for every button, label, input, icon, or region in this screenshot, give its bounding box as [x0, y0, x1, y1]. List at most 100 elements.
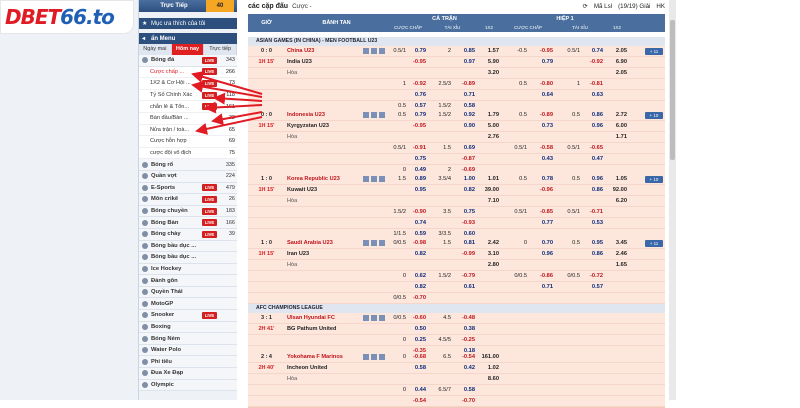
- odds-cell[interactable]: -0.89: [529, 112, 555, 118]
- away-team[interactable]: Incheon United: [287, 365, 363, 371]
- tv-icon[interactable]: [371, 176, 377, 182]
- away-team[interactable]: BG Pathum United: [287, 326, 363, 332]
- football-market-item[interactable]: Nửa trận / toà... 65: [139, 124, 237, 137]
- football-market-item[interactable]: 1X2 & Cơ Hội ... LIVE 73: [139, 78, 237, 90]
- info-icon[interactable]: [379, 315, 385, 321]
- sport-item[interactable]: Bóng đá LIVE 343: [139, 55, 237, 67]
- sport-item[interactable]: Bóng chuyền LIVE 183: [139, 205, 237, 218]
- away-team[interactable]: Kyrgyzstan U23: [287, 123, 363, 129]
- sport-item[interactable]: Đua Xe Đạp: [139, 368, 237, 380]
- odds-cell[interactable]: 0.86: [582, 112, 605, 118]
- sport-item[interactable]: Môn crikê LIVE 26: [139, 194, 237, 206]
- sport-item[interactable]: Quần vợt 224: [139, 170, 237, 183]
- home-team[interactable]: Indonesia U23: [287, 112, 363, 118]
- odds-cell[interactable]: 1.71: [605, 134, 629, 140]
- odds-cell[interactable]: -0.98: [408, 240, 428, 246]
- odds-cell[interactable]: 0.44: [408, 387, 428, 393]
- odds-cell[interactable]: 0.38: [453, 326, 477, 332]
- home-team[interactable]: Yokohama F Marinos: [287, 354, 363, 360]
- favorites-bar[interactable]: ★ Mục ưa thích của tôi: [139, 18, 237, 29]
- odds-cell[interactable]: 0.97: [453, 59, 477, 65]
- odds-cell[interactable]: 0.79: [408, 112, 428, 118]
- home-team[interactable]: Korea Republic U23: [287, 176, 363, 182]
- odds-cell[interactable]: 0.43: [529, 156, 555, 162]
- odds-cell[interactable]: 0.71: [529, 284, 555, 290]
- odds-cell[interactable]: -0.92: [408, 81, 428, 87]
- odds-cell[interactable]: -0.99: [453, 251, 477, 257]
- odds-cell[interactable]: 0.96: [529, 251, 555, 257]
- odds-cell[interactable]: 1.57: [477, 48, 501, 54]
- sport-item[interactable]: Bóng rổ 335: [139, 159, 237, 171]
- stats-icon[interactable]: [363, 48, 369, 54]
- odds-cell[interactable]: 0.64: [529, 92, 555, 98]
- odds-cell[interactable]: -0.68: [408, 354, 428, 360]
- odds-cell[interactable]: -0.54: [408, 398, 428, 404]
- tab-live[interactable]: Trực tiếp: [204, 44, 238, 55]
- odds-cell[interactable]: 1.79: [477, 112, 501, 118]
- odds-cell[interactable]: 0.74: [582, 48, 605, 54]
- odds-cell[interactable]: -0.60: [408, 315, 428, 321]
- sport-item[interactable]: Bóng Bàn LIVE 166: [139, 217, 237, 229]
- brand-logo[interactable]: DBET66.to: [0, 0, 134, 34]
- odds-cell[interactable]: 0.79: [529, 59, 555, 65]
- odds-cell[interactable]: 0.63: [582, 92, 605, 98]
- odds-cell[interactable]: 39.00: [477, 187, 501, 193]
- odds-cell[interactable]: 6.00: [605, 123, 629, 129]
- odds-cell[interactable]: -0.95: [408, 59, 428, 65]
- odds-cell[interactable]: -0.71: [582, 209, 605, 215]
- tv-icon[interactable]: [371, 112, 377, 118]
- league-filter[interactable]: (19/19) Giải: [618, 3, 650, 10]
- odds-type-select[interactable]: HK: [656, 3, 665, 10]
- odds-cell[interactable]: 1.65: [605, 262, 629, 268]
- odds-cell[interactable]: 0.78: [529, 176, 555, 182]
- info-icon[interactable]: [379, 240, 385, 246]
- odds-cell[interactable]: 0.89: [408, 176, 428, 182]
- live-tab[interactable]: Trực Tiếp 40: [139, 0, 237, 12]
- odds-cell[interactable]: 0.90: [453, 123, 477, 129]
- odds-cell[interactable]: 1.01: [477, 176, 501, 182]
- tab-today[interactable]: Hôm nay: [171, 44, 205, 55]
- odds-cell[interactable]: 8.60: [477, 376, 501, 382]
- odds-cell[interactable]: 0.85: [453, 48, 477, 54]
- odds-cell[interactable]: -0.54: [453, 354, 477, 360]
- odds-cell[interactable]: -0.69: [453, 167, 477, 173]
- football-market-item[interactable]: Bàn đầu/Bàn ... 32: [139, 112, 237, 125]
- odds-cell[interactable]: 0.50: [408, 326, 428, 332]
- sport-item[interactable]: Ice Hockey: [139, 263, 237, 276]
- market-select[interactable]: Cược -: [292, 3, 312, 10]
- odds-cell[interactable]: 3.20: [477, 70, 501, 76]
- odds-cell[interactable]: 0.42: [453, 365, 477, 371]
- odds-cell[interactable]: 5.90: [477, 59, 501, 65]
- odds-cell[interactable]: 0.25: [408, 337, 428, 343]
- sport-item[interactable]: Quyền Thái: [139, 286, 237, 299]
- view-select[interactable]: Mã Lsl: [594, 3, 612, 10]
- odds-cell[interactable]: -0.85: [529, 209, 555, 215]
- home-team[interactable]: Saudi Arabia U23: [287, 240, 363, 246]
- odds-cell[interactable]: 0.47: [582, 156, 605, 162]
- tv-icon[interactable]: [371, 240, 377, 246]
- odds-cell[interactable]: 0.75: [453, 209, 477, 215]
- odds-cell[interactable]: 2.46: [605, 251, 629, 257]
- stats-icon[interactable]: [363, 240, 369, 246]
- info-icon[interactable]: [379, 354, 385, 360]
- refresh-icon[interactable]: ⟳: [583, 3, 588, 10]
- odds-cell[interactable]: -0.96: [529, 187, 555, 193]
- odds-cell[interactable]: 0.95: [582, 240, 605, 246]
- sport-item[interactable]: Bóng Ném: [139, 333, 237, 345]
- odds-cell[interactable]: 161.00: [477, 354, 501, 360]
- odds-cell[interactable]: 0.57: [582, 284, 605, 290]
- odds-cell[interactable]: 0.96: [582, 123, 605, 129]
- odds-cell[interactable]: -0.65: [582, 145, 605, 151]
- info-icon[interactable]: [379, 176, 385, 182]
- odds-cell[interactable]: 0.58: [453, 387, 477, 393]
- football-market-item[interactable]: Cược hỗn hợp 69: [139, 136, 237, 148]
- odds-cell[interactable]: 3.10: [477, 251, 501, 257]
- odds-cell[interactable]: 0.60: [453, 231, 477, 237]
- odds-cell[interactable]: -0.92: [582, 59, 605, 65]
- football-market-item[interactable]: cược đội vô địch 75: [139, 147, 237, 160]
- stats-icon[interactable]: [363, 315, 369, 321]
- odds-cell[interactable]: 0.92: [453, 112, 477, 118]
- tv-icon[interactable]: [371, 315, 377, 321]
- home-team[interactable]: China U23: [287, 48, 363, 54]
- odds-cell[interactable]: 0.58: [408, 365, 428, 371]
